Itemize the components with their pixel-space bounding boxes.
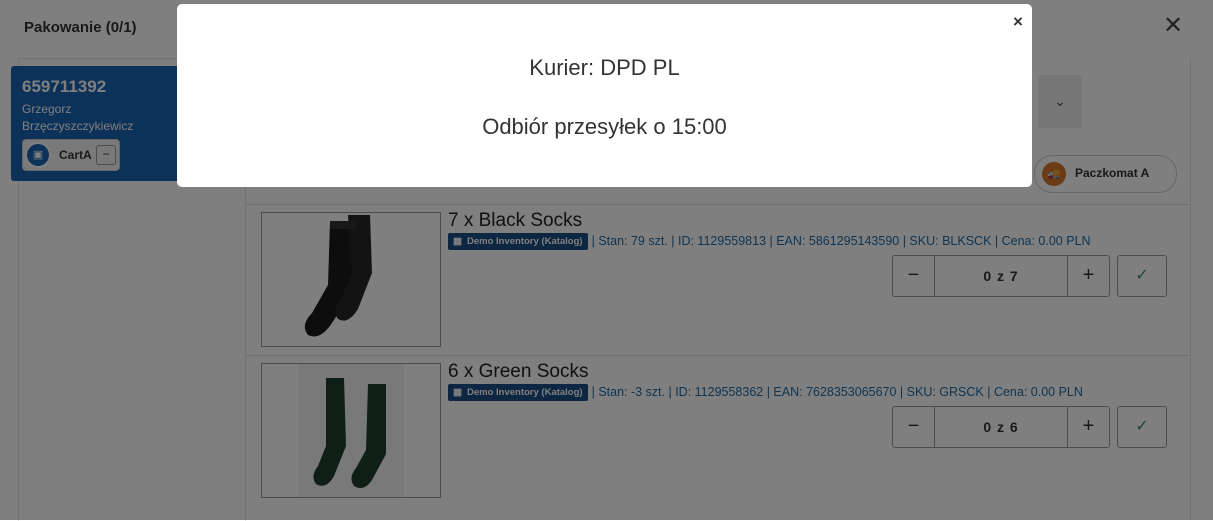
courier-info-modal: × Kurier: DPD PL Odbiór przesyłek o 15:0… [177,4,1032,187]
pickup-time-text: Odbiór przesyłek o 15:00 [482,114,727,139]
close-icon[interactable]: × [1010,13,1026,31]
courier-text: Kurier: DPD PL [529,55,680,80]
